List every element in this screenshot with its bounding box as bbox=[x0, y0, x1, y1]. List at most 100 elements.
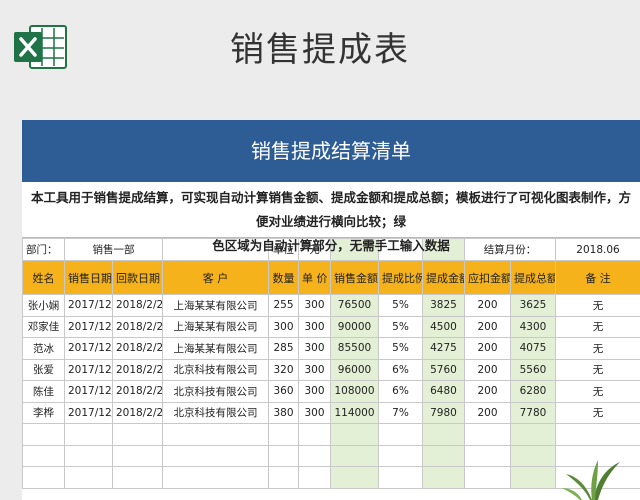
cell-col-sales-amount[interactable]: 76500 bbox=[330, 294, 379, 317]
empty-cell[interactable] bbox=[268, 423, 299, 446]
cell-col-commission-rate[interactable]: 7% bbox=[378, 401, 423, 424]
cell-col-commission-amount[interactable]: 4275 bbox=[422, 337, 465, 360]
cell-col-customer[interactable]: 北京科技有限公司 bbox=[162, 401, 269, 424]
empty-cell[interactable] bbox=[112, 444, 163, 467]
empty-cell[interactable] bbox=[22, 466, 65, 489]
cell-col-deduction[interactable]: 200 bbox=[464, 380, 511, 403]
cell-col-commission-total[interactable]: 6280 bbox=[510, 380, 556, 403]
empty-cell[interactable] bbox=[330, 466, 379, 489]
cell-col-customer[interactable]: 北京科技有限公司 bbox=[162, 380, 269, 403]
empty-cell[interactable] bbox=[464, 444, 511, 467]
cell-col-commission-amount[interactable]: 7980 bbox=[422, 401, 465, 424]
empty-cell[interactable] bbox=[378, 423, 423, 446]
cell-col-sale-date[interactable]: 2017/12/21 bbox=[64, 315, 113, 338]
empty-cell[interactable] bbox=[64, 444, 113, 467]
cell-col-remark[interactable]: 无 bbox=[555, 315, 640, 338]
cell-col-commission-rate[interactable]: 5% bbox=[378, 337, 423, 360]
cell-col-payment-date[interactable]: 2018/2/23 bbox=[112, 358, 163, 381]
empty-cell[interactable] bbox=[510, 444, 556, 467]
empty-cell[interactable] bbox=[22, 423, 65, 446]
empty-cell[interactable] bbox=[64, 466, 113, 489]
cell-col-deduction[interactable]: 200 bbox=[464, 294, 511, 317]
empty-cell[interactable] bbox=[112, 466, 163, 489]
cell-col-payment-date[interactable]: 2018/2/24 bbox=[112, 380, 163, 403]
cell-col-customer[interactable]: 上海某某有限公司 bbox=[162, 294, 269, 317]
cell-col-quantity[interactable]: 300 bbox=[268, 315, 299, 338]
cell-col-payment-date[interactable]: 2018/2/25 bbox=[112, 401, 163, 424]
empty-cell[interactable] bbox=[330, 444, 379, 467]
empty-cell[interactable] bbox=[268, 444, 299, 467]
cell-col-remark[interactable]: 无 bbox=[555, 401, 640, 424]
cell-col-name[interactable]: 陈佳 bbox=[22, 380, 65, 403]
cell-col-deduction[interactable]: 200 bbox=[464, 337, 511, 360]
cell-col-commission-total[interactable]: 3625 bbox=[510, 294, 556, 317]
empty-cell[interactable] bbox=[162, 466, 269, 489]
empty-cell[interactable] bbox=[510, 423, 556, 446]
cell-col-sale-date[interactable]: 2017/12/22 bbox=[64, 337, 113, 360]
empty-cell[interactable] bbox=[422, 466, 465, 489]
cell-col-name[interactable]: 张爱 bbox=[22, 358, 65, 381]
cell-col-deduction[interactable]: 200 bbox=[464, 401, 511, 424]
empty-cell[interactable] bbox=[162, 423, 269, 446]
cell-col-remark[interactable]: 无 bbox=[555, 358, 640, 381]
cell-col-name[interactable]: 范冰 bbox=[22, 337, 65, 360]
cell-col-payment-date[interactable]: 2018/2/22 bbox=[112, 337, 163, 360]
cell-col-unit-price[interactable]: 300 bbox=[298, 380, 331, 403]
empty-cell[interactable] bbox=[378, 466, 423, 489]
empty-cell[interactable] bbox=[464, 423, 511, 446]
cell-col-commission-rate[interactable]: 5% bbox=[378, 315, 423, 338]
cell-col-commission-amount[interactable]: 6480 bbox=[422, 380, 465, 403]
cell-col-quantity[interactable]: 255 bbox=[268, 294, 299, 317]
cell-col-quantity[interactable]: 360 bbox=[268, 380, 299, 403]
cell-col-remark[interactable]: 无 bbox=[555, 380, 640, 403]
cell-col-commission-rate[interactable]: 6% bbox=[378, 358, 423, 381]
cell-col-payment-date[interactable]: 2018/2/21 bbox=[112, 315, 163, 338]
cell-col-name[interactable]: 李桦 bbox=[22, 401, 65, 424]
cell-col-sale-date[interactable]: 2017/12/23 bbox=[64, 358, 113, 381]
cell-col-name[interactable]: 邓家佳 bbox=[22, 315, 65, 338]
empty-cell[interactable] bbox=[330, 423, 379, 446]
empty-cell[interactable] bbox=[162, 444, 269, 467]
cell-col-deduction[interactable]: 200 bbox=[464, 358, 511, 381]
cell-col-unit-price[interactable]: 300 bbox=[298, 315, 331, 338]
cell-col-commission-rate[interactable]: 5% bbox=[378, 294, 423, 317]
cell-col-sale-date[interactable]: 2017/12/20 bbox=[64, 294, 113, 317]
cell-col-commission-amount[interactable]: 3825 bbox=[422, 294, 465, 317]
cell-col-unit-price[interactable]: 300 bbox=[298, 401, 331, 424]
cell-col-sale-date[interactable]: 2017/12/24 bbox=[64, 380, 113, 403]
cell-col-unit-price[interactable]: 300 bbox=[298, 358, 331, 381]
empty-cell[interactable] bbox=[268, 466, 299, 489]
cell-col-sales-amount[interactable]: 90000 bbox=[330, 315, 379, 338]
cell-col-sales-amount[interactable]: 85500 bbox=[330, 337, 379, 360]
empty-cell[interactable] bbox=[298, 466, 331, 489]
dept-value[interactable]: 销售一部 bbox=[64, 238, 163, 261]
cell-col-customer[interactable]: 上海某某有限公司 bbox=[162, 315, 269, 338]
cell-col-quantity[interactable]: 320 bbox=[268, 358, 299, 381]
cell-col-customer[interactable]: 北京科技有限公司 bbox=[162, 358, 269, 381]
cell-col-unit-price[interactable]: 300 bbox=[298, 294, 331, 317]
cell-col-remark[interactable]: 无 bbox=[555, 294, 640, 317]
cell-col-commission-amount[interactable]: 4500 bbox=[422, 315, 465, 338]
cell-col-name[interactable]: 张小娴 bbox=[22, 294, 65, 317]
cell-col-unit-price[interactable]: 300 bbox=[298, 337, 331, 360]
cell-col-commission-total[interactable]: 4300 bbox=[510, 315, 556, 338]
cell-col-commission-rate[interactable]: 6% bbox=[378, 380, 423, 403]
empty-cell[interactable] bbox=[298, 444, 331, 467]
empty-cell[interactable] bbox=[422, 444, 465, 467]
cell-col-sale-date[interactable]: 2017/12/25 bbox=[64, 401, 113, 424]
cell-col-quantity[interactable]: 380 bbox=[268, 401, 299, 424]
cell-col-commission-total[interactable]: 5560 bbox=[510, 358, 556, 381]
cell-col-sales-amount[interactable]: 96000 bbox=[330, 358, 379, 381]
cell-col-commission-total[interactable]: 4075 bbox=[510, 337, 556, 360]
month-value[interactable]: 2018.06 bbox=[555, 238, 640, 261]
cell-col-payment-date[interactable]: 2018/2/20 bbox=[112, 294, 163, 317]
empty-cell[interactable] bbox=[112, 423, 163, 446]
empty-cell[interactable] bbox=[422, 423, 465, 446]
cell-col-customer[interactable]: 上海某某有限公司 bbox=[162, 337, 269, 360]
cell-col-sales-amount[interactable]: 114000 bbox=[330, 401, 379, 424]
cell-col-deduction[interactable]: 200 bbox=[464, 315, 511, 338]
empty-cell[interactable] bbox=[22, 444, 65, 467]
empty-cell[interactable] bbox=[64, 423, 113, 446]
cell-col-quantity[interactable]: 285 bbox=[268, 337, 299, 360]
cell-col-remark[interactable]: 无 bbox=[555, 337, 640, 360]
